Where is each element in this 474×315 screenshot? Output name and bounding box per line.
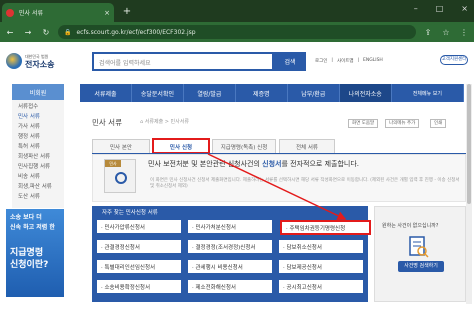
info-title: 민사 보전처분 및 본안관련 신청사건의 신청서를 전자적으로 제출합니다. [148,160,360,168]
payment-order-banner[interactable]: 소송 보다 더 신속 하고 저렴 한 지급명령 신청이란? [6,209,64,297]
search-input[interactable]: 검색어를 입력하세요 [92,52,274,71]
document-link[interactable]: · 제소전화해신청서 [188,280,272,293]
separator: | [357,58,360,63]
screen-help-button[interactable]: 화면 도움말 [348,119,379,128]
support-center-badge[interactable]: 고객지원센터 [440,55,468,65]
page-title: 민사 서류 [92,118,122,127]
url-text: ecfs.scourt.go.kr/ecf/ecf300/ECF302.jsp [76,28,196,36]
icon-flag: 민사 [105,160,121,167]
english-link[interactable]: ENGLISH [363,58,383,64]
forward-icon[interactable]: → [22,28,34,37]
case-search-prompt: 원하는 사건이 없으십니까? [382,223,439,229]
document-highlight-box [280,220,371,235]
document-link[interactable]: · 관세행시 비용신청서 [188,260,272,273]
bookmark-star-icon[interactable]: ☆ [440,28,452,37]
sitemap-link[interactable]: 사이트맵 [337,58,354,64]
breadcrumb: ⌂ 서류제출 > 민사서류 [140,119,189,125]
main-nav: 서류제출 송달문서확인 열람/발급 제증명 납부/환급 나의전자소송 전체메뉴 … [80,84,465,102]
nav-item-certificate[interactable]: 제증명 [236,84,288,102]
tab-payment-order[interactable]: 지급명령(독촉) 신청 [212,139,276,153]
site-logo[interactable]: 대한민국 법원 전자소송 [6,53,54,69]
separator: | [331,58,333,63]
document-link[interactable]: · 민사가압류신청서 [97,220,181,233]
window-controls: – □ × [414,4,468,13]
document-link[interactable]: · 특별대리인선임신청서 [97,260,181,273]
sidebar-list: 서류접수 민사 서류 가사 서류 행정 서류 특허 서류 회생파산 서류 민사집… [18,103,52,201]
tab-all-documents[interactable]: 전체 서류 [279,139,335,153]
nav-item-all-menu[interactable]: 전체메뉴 보기 [392,84,465,102]
top-links: 로그인 | 사이트맵 | ENGLISH [315,58,383,64]
sidebar-item[interactable]: 특허 서류 [18,143,52,151]
document-link[interactable]: · 소송비용확정신청서 [97,280,181,293]
login-link[interactable]: 로그인 [315,58,327,64]
document-link[interactable]: · 담보취소신청서 [279,240,363,253]
address-bar[interactable]: 🔒 ecfs.scourt.go.kr/ecf/ecf300/ECF302.js… [58,25,416,39]
sidebar-item-active[interactable]: 민사 서류 [18,113,52,121]
browser-toolbar: ← → ↻ 🔒 ecfs.scourt.go.kr/ecf/ecf300/ECF… [0,22,474,42]
sidebar-title: 비회원 [12,84,64,100]
site-favicon-icon [6,8,14,17]
document-link[interactable]: · 공시최고신청서 [279,280,363,293]
lock-icon: 🔒 [64,28,72,36]
nav-item-submit[interactable]: 서류제출 [80,84,132,102]
banner-line: 신속 하고 저렴 한 [10,224,55,231]
add-my-menu-button[interactable]: 나의메뉴 추가 [385,119,420,128]
print-button[interactable]: 인쇄 [430,119,447,128]
sidebar-item[interactable]: 도산 서류 [18,193,52,201]
tab-highlight-box [152,138,210,154]
tab-title: 민사 서류 [19,10,43,17]
new-tab-button[interactable]: + [120,5,134,19]
document-link[interactable]: · 결정경정(조서경정)신청서 [188,240,272,253]
sidebar-item[interactable]: 서류접수 [18,103,52,111]
tab-close-icon[interactable]: × [104,9,110,17]
search-button[interactable]: 검색 [274,52,306,71]
document-link[interactable]: · 관결경정신청서 [97,240,181,253]
nav-item-view[interactable]: 열람/발급 [184,84,236,102]
sidebar-item[interactable]: 가사 서류 [18,123,52,131]
close-window-icon[interactable]: × [461,4,468,13]
document-search-icon: 민사 [104,159,136,193]
banner-headline: 신청이란? [10,260,49,270]
magnifier-icon [115,172,127,184]
banner-line: 소송 보다 더 [10,214,42,221]
sidebar-item[interactable]: 민사집행 서류 [18,163,52,171]
scrollbar-thumb[interactable] [467,84,471,204]
document-link[interactable]: · 담보제공신청서 [279,260,363,273]
browser-menu-icon[interactable]: ⋮ [458,28,470,37]
sidebar-item[interactable]: 행정 서류 [18,133,52,141]
tab-civil-main[interactable]: 민사 본안 [92,139,150,153]
panel-title: 자주 찾는 민사신청 서류 [102,210,158,216]
back-icon[interactable]: ← [4,28,16,37]
case-search-icon [409,236,429,258]
sidebar-item[interactable]: 회생,파산 서류 [18,183,52,191]
sidebar-item[interactable]: 회생파산 서류 [18,153,52,161]
document-link[interactable]: · 민사가처분신청서 [188,220,272,233]
info-description: 이 화면은 민사 신청사건 신청서 제출화면입니다. 제출하려는 서류를 선택하… [150,178,460,189]
reload-icon[interactable]: ↻ [40,28,52,37]
browser-tab[interactable]: 민사 서류 × [2,3,114,22]
share-icon[interactable]: ⇪ [422,28,434,37]
nav-item-my-lawsuit[interactable]: 나의전자소송 [339,84,392,102]
sidebar-item[interactable]: 비송 서류 [18,173,52,181]
logo-title: 전자소송 [25,60,55,69]
court-emblem-icon [6,53,22,69]
maximize-icon[interactable]: □ [436,4,444,13]
banner-headline: 지급명령 [10,248,44,258]
nav-item-delivery[interactable]: 송달문서확인 [132,84,184,102]
case-name-search-button[interactable]: 사건명 검색하기 [398,261,444,272]
minimize-icon[interactable]: – [414,4,418,13]
nav-item-payment[interactable]: 납부/환급 [288,84,340,102]
